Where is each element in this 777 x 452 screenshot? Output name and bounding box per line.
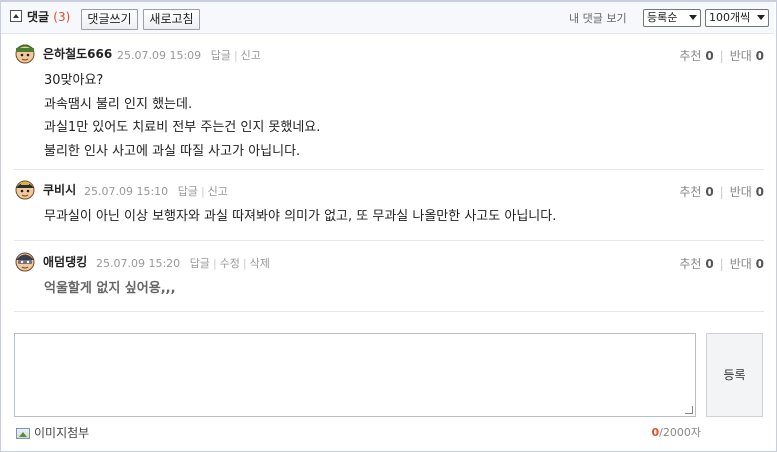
chevron-down-icon (689, 15, 697, 20)
comment-date: 25.07.09 15:09 (117, 49, 202, 62)
oppose-count: 0 (755, 185, 764, 199)
user-avatar-icon (15, 44, 35, 64)
recommend-button[interactable]: 추천 0 (679, 185, 713, 199)
comment-item: 은하철도666 25.07.09 15:09 답글 | 신고 추천 0 | 반대 0 3… (14, 42, 764, 164)
reply-link[interactable]: 답글 (211, 49, 231, 62)
page-size-select-value: 100개씩 (709, 11, 751, 24)
page-size-select[interactable]: 100개씩 (705, 9, 769, 27)
comment-body: 억울할게 없지 싶어용,,, (44, 277, 176, 301)
meta-separator: | (200, 185, 205, 198)
comment-date: 25.07.09 15:20 (96, 257, 181, 270)
sort-select-value: 등록순 (647, 11, 678, 24)
meta-separator: | (233, 49, 238, 62)
meta-separator: | (212, 257, 217, 270)
sort-select[interactable]: 등록순 (643, 9, 701, 27)
comment-line: 불리한 인사 사고에 과실 따질 사고가 아닙니다. (44, 143, 301, 159)
recommend-label: 추천 (679, 49, 702, 63)
vote-separator: | (719, 185, 724, 199)
image-icon (16, 428, 30, 439)
comment-item: 쿠비시 25.07.09 15:10 답글 | 신고 추천 0 | 반대 0 무과실이 … (14, 178, 764, 230)
comment-title-label: 댓글 (27, 10, 50, 24)
oppose-label: 반대 (729, 257, 752, 271)
char-counter: 0/2000자 (652, 424, 701, 440)
comment-divider (14, 311, 764, 312)
comment-item: 애덤댕킹 25.07.09 15:20 답글 | 수정 | 삭제 추천 0 | 반대 0 억… (14, 250, 764, 302)
resize-grip-icon[interactable] (685, 406, 693, 414)
comment-textarea[interactable] (14, 333, 696, 417)
oppose-label: 반대 (729, 49, 752, 63)
user-avatar-icon (15, 180, 35, 200)
report-link[interactable]: 신고 (241, 49, 261, 62)
my-comments-link[interactable]: 내 댓글 보기 (569, 10, 627, 26)
comment-line: 억울할게 없지 싶어용,,, (44, 281, 176, 296)
comment-votes: 추천 0 | 반대 0 (679, 255, 764, 272)
comment-title: 댓글 (3) (27, 8, 70, 25)
comment-date: 25.07.09 15:10 (84, 185, 169, 198)
recommend-count: 0 (705, 49, 714, 63)
comment-author[interactable]: 쿠비시 (43, 181, 76, 198)
comment-meta: 25.07.09 15:10 답글 | 신고 (84, 183, 228, 199)
comment-votes: 추천 0 | 반대 0 (679, 47, 764, 64)
reply-link[interactable]: 답글 (178, 185, 198, 198)
edit-link[interactable]: 수정 (220, 257, 240, 270)
attach-image-label: 이미지첨부 (34, 426, 90, 440)
attach-image-button[interactable]: 이미지첨부 (16, 424, 89, 441)
char-limit: /2000자 (659, 426, 701, 439)
comment-meta: 25.07.09 15:20 답글 | 수정 | 삭제 (96, 255, 270, 271)
oppose-button[interactable]: 반대 0 (730, 185, 764, 199)
recommend-label: 추천 (679, 185, 702, 199)
comment-divider (14, 240, 764, 241)
collapse-toggle-icon[interactable] (10, 10, 22, 22)
oppose-count: 0 (755, 257, 764, 271)
comment-line: 30맞아요? (44, 73, 104, 88)
report-link[interactable]: 신고 (208, 185, 228, 198)
oppose-button[interactable]: 반대 0 (730, 49, 764, 63)
user-avatar-icon (15, 252, 35, 272)
submit-button[interactable]: 등록 (706, 333, 763, 417)
oppose-label: 반대 (729, 185, 752, 199)
comment-line: 과실1만 있어도 치료비 전부 주는건 인지 못했네요. (44, 120, 321, 135)
recommend-button[interactable]: 추천 0 (679, 49, 713, 63)
chevron-down-icon (757, 15, 765, 20)
delete-link[interactable]: 삭제 (250, 257, 270, 270)
vote-separator: | (719, 49, 724, 63)
oppose-button[interactable]: 반대 0 (730, 257, 764, 271)
vote-separator: | (719, 257, 724, 271)
comment-count: (3) (53, 10, 71, 24)
reply-link[interactable]: 답글 (190, 257, 210, 270)
oppose-count: 0 (755, 49, 764, 63)
write-comment-button[interactable]: 댓글쓰기 (81, 9, 138, 30)
meta-separator: | (242, 257, 247, 270)
recommend-count: 0 (705, 185, 714, 199)
comment-line: 무과실이 아닌 이상 보행자와 과실 따져봐야 의미가 없고, 또 무과실 나올… (44, 209, 557, 224)
comment-body: 30맞아요? 과속땜시 불리 인지 했는데. 과실1만 있어도 치료비 전부 주… (44, 69, 320, 163)
comment-author[interactable]: 애덤댕킹 (43, 253, 87, 270)
recommend-count: 0 (705, 257, 714, 271)
recommend-label: 추천 (679, 257, 702, 271)
refresh-button[interactable]: 새로고침 (143, 9, 200, 30)
comment-header: 댓글 (3) 댓글쓰기 새로고침 내 댓글 보기 등록순 100개씩 (1, 2, 774, 34)
comment-line: 과속땜시 불리 인지 했는데. (44, 96, 193, 112)
comment-body: 무과실이 아닌 이상 보행자와 과실 따져봐야 의미가 없고, 또 무과실 나올… (44, 205, 556, 229)
recommend-button[interactable]: 추천 0 (679, 257, 713, 271)
comment-author[interactable]: 은하철도666 (43, 45, 112, 62)
comment-meta: 25.07.09 15:09 답글 | 신고 (117, 47, 261, 63)
comment-divider (14, 169, 764, 170)
comment-votes: 추천 0 | 반대 0 (679, 183, 764, 200)
